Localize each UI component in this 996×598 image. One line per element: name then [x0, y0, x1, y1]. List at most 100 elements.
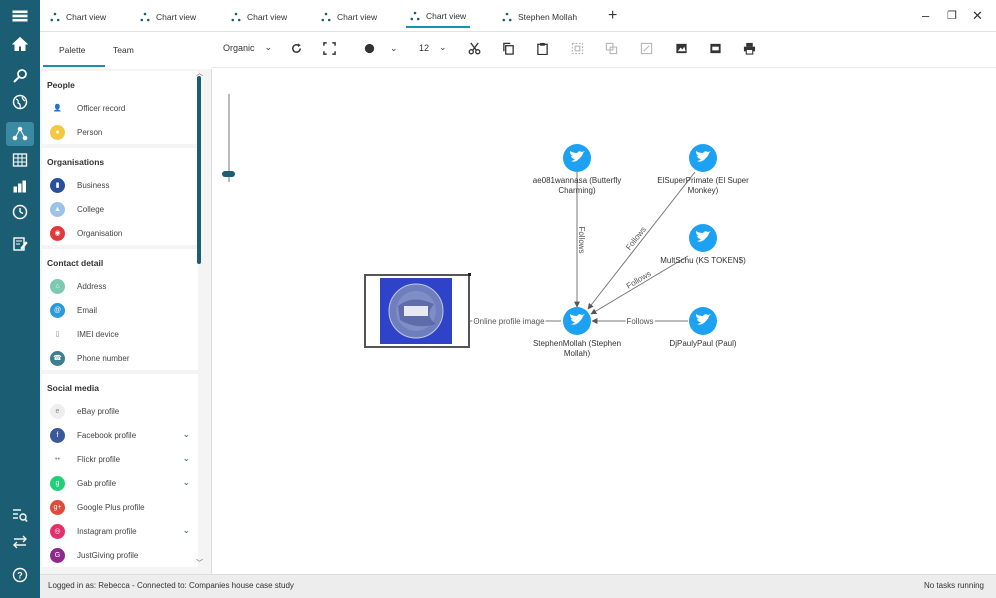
node-shape-select[interactable]: ⌄: [363, 42, 398, 55]
twitter-node-stephen[interactable]: StephenMollah (StephenMollah): [533, 307, 621, 358]
palette-item[interactable]: ▮ Business: [42, 173, 198, 197]
palette-item[interactable]: •• Flickr profile ⌄: [42, 447, 198, 471]
palette-section: Contact detail ⌂ Address @ Email ▯ IMEI device…: [42, 249, 198, 370]
active-tab-indicator: [43, 65, 105, 67]
tab-chart-view-3[interactable]: Chart view: [227, 6, 291, 28]
twitter-node-djpauly[interactable]: DjPaulyPaul (Paul): [669, 307, 737, 348]
chevron-down-icon[interactable]: ⌄: [182, 525, 190, 536]
entity-icon: ▮: [50, 177, 65, 193]
nav-rail: ?: [0, 0, 40, 598]
palette-item[interactable]: ▲ College: [42, 197, 198, 221]
chevron-down-icon[interactable]: ⌄: [182, 477, 190, 488]
tab-chart-view-1[interactable]: Chart view: [46, 6, 110, 28]
tab-label: Stephen Mollah: [518, 12, 578, 22]
entity-icon: ▯: [50, 326, 65, 342]
font-size-select[interactable]: 12 ⌄: [419, 42, 447, 53]
palette-item-label: Gab profile: [77, 478, 117, 488]
entity-icon: G: [50, 547, 65, 563]
palette-item-label: JustGiving profile: [77, 550, 139, 560]
chevron-down-icon: ⌄: [264, 42, 273, 52]
group-button[interactable]: [605, 42, 618, 55]
entity-icon: g+: [50, 499, 65, 515]
node-label: ae081wannasa (Butterfly: [533, 176, 622, 185]
palette-item[interactable]: @ Email: [42, 298, 198, 322]
palette-item-label: Person: [77, 127, 103, 137]
entity-icon: ▲: [50, 201, 65, 217]
palette-item[interactable]: ▯ IMEI device: [42, 322, 198, 346]
tab-team[interactable]: Team: [113, 45, 134, 55]
add-tab-button[interactable]: +: [608, 7, 617, 25]
cut-button[interactable]: [468, 42, 481, 55]
palette-item[interactable]: ◎ Instagram profile ⌄: [42, 519, 198, 543]
scroll-down-icon[interactable]: ﹀: [196, 558, 203, 568]
chart-icon: [410, 11, 420, 21]
node-label-line2: Charming): [558, 186, 596, 195]
table-icon[interactable]: [6, 148, 34, 172]
twitter-node-ae081[interactable]: ae081wannasa (ButterflyCharming): [533, 144, 622, 195]
edit-document-icon[interactable]: [6, 232, 34, 256]
expand-button[interactable]: [640, 42, 653, 55]
clock-icon[interactable]: [6, 200, 34, 224]
status-connection: Logged in as: Rebecca - Connected to: Co…: [48, 581, 294, 590]
palette-item-label: Google Plus profile: [77, 502, 145, 512]
close-button[interactable]: ✕: [972, 8, 983, 24]
chart-icon[interactable]: [6, 122, 34, 146]
help-icon[interactable]: ?: [6, 563, 34, 587]
chevron-down-icon[interactable]: ⌄: [182, 453, 190, 464]
pdf-export-button[interactable]: [709, 42, 722, 55]
select-all-button[interactable]: [571, 42, 584, 55]
palette-item[interactable]: ● Person: [42, 120, 198, 144]
tab-chart-view-4[interactable]: Chart view: [317, 6, 381, 28]
tab-palette[interactable]: Palette: [59, 45, 85, 55]
palette-item[interactable]: ◉ Organisation: [42, 221, 198, 245]
layout-value: Organic: [223, 42, 255, 53]
search-list-icon[interactable]: [6, 503, 34, 527]
twitter-node-elsuper[interactable]: ElSuperPrimate (El SuperMonkey): [657, 144, 749, 195]
chart-icon: [140, 12, 150, 22]
globe-icon[interactable]: [6, 90, 34, 114]
select-icon: [571, 42, 584, 55]
print-button[interactable]: [743, 42, 756, 55]
node-label: StephenMollah (Stephen: [533, 339, 621, 348]
palette-item[interactable]: G JustGiving profile: [42, 543, 198, 567]
app-window: ? Chart view Chart view Chart view Chart…: [0, 0, 996, 598]
home-icon[interactable]: [6, 32, 34, 56]
menu-icon[interactable]: [6, 4, 34, 28]
entity-icon: e: [50, 403, 65, 419]
chart-icon: [231, 12, 241, 22]
image-export-button[interactable]: [675, 42, 688, 55]
palette-item[interactable]: ⌂ Address: [42, 274, 198, 298]
search-icon[interactable]: [6, 64, 34, 88]
palette-item[interactable]: f Facebook profile ⌄: [42, 423, 198, 447]
chevron-down-icon[interactable]: ⌄: [182, 429, 190, 440]
palette-scrollbar[interactable]: ︿ ﹀: [196, 70, 203, 570]
tab-stephen-mollah[interactable]: Stephen Mollah: [498, 6, 581, 28]
node-label: DjPaulyPaul (Paul): [669, 339, 736, 348]
edge-label: Online profile image: [473, 317, 545, 326]
analytics-icon[interactable]: [6, 174, 34, 198]
copy-button[interactable]: [502, 42, 515, 55]
restore-button[interactable]: ❐: [947, 9, 957, 22]
entity-icon: ☎: [50, 350, 65, 366]
chart-icon: [321, 12, 331, 22]
palette-item[interactable]: 👤 Officer record: [42, 96, 198, 120]
tab-chart-view-2[interactable]: Chart view: [136, 6, 200, 28]
tab-chart-view-5[interactable]: Chart view: [406, 6, 471, 28]
edge-elsuper-stephen[interactable]: [587, 171, 696, 310]
minimize-button[interactable]: –: [922, 8, 929, 23]
layout-select[interactable]: Organic ⌄: [223, 42, 272, 53]
palette-item[interactable]: g Gab profile ⌄: [42, 471, 198, 495]
twitter-node-multschu[interactable]: MultSchu (KS TOKEN$): [660, 224, 746, 265]
swap-icon[interactable]: [6, 530, 34, 554]
chart-canvas[interactable]: Follows Follows Follows Follows Online p…: [212, 68, 996, 574]
palette-item[interactable]: ☎ Phone number: [42, 346, 198, 370]
palette-section: Organisations ▮ Business ▲ College ◉ Organisat…: [42, 148, 198, 245]
palette-item[interactable]: g+ Google Plus profile: [42, 495, 198, 519]
tab-label: Chart view: [247, 12, 288, 22]
scroll-thumb[interactable]: [197, 76, 201, 264]
profile-image-node[interactable]: [364, 273, 471, 348]
refresh-button[interactable]: [290, 42, 303, 55]
paste-button[interactable]: [536, 42, 549, 55]
palette-item[interactable]: e eBay profile: [42, 399, 198, 423]
fit-screen-button[interactable]: [323, 42, 336, 55]
